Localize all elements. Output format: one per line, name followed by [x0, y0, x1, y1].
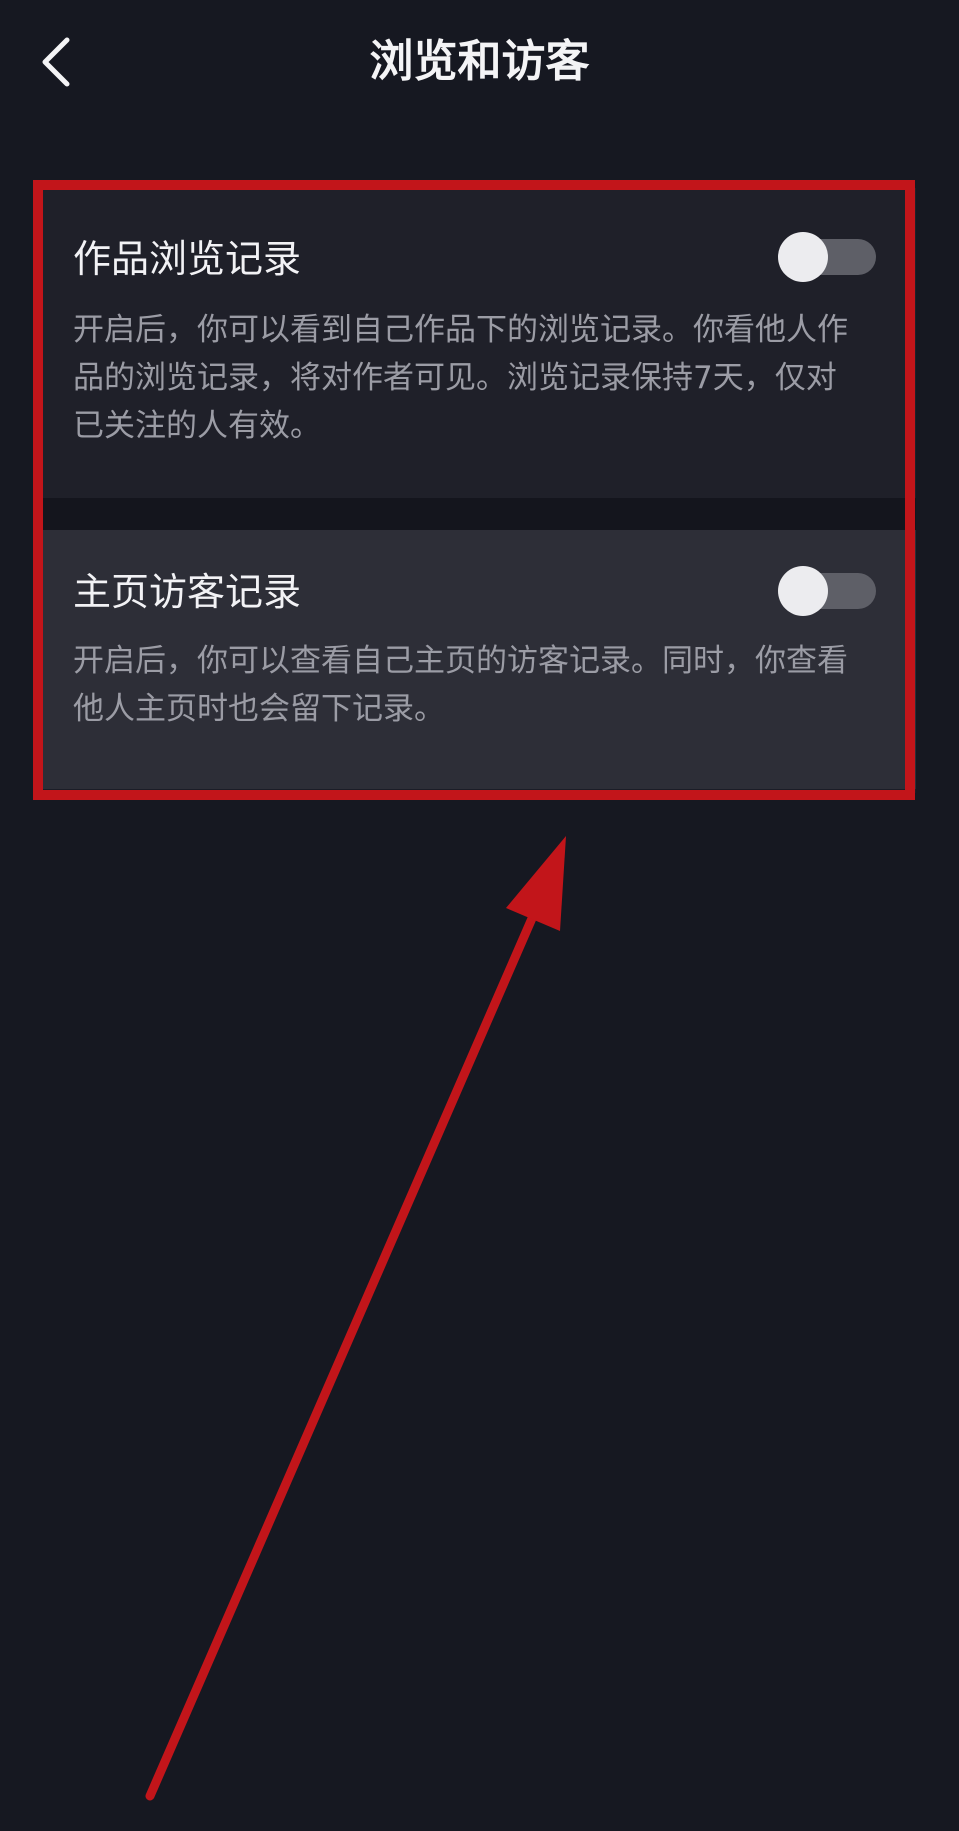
setting-work-views: 作品浏览记录 开启后，你可以看到自己作品下的浏览记录。你看他人作品的浏览记录，将…: [40, 188, 916, 498]
page-title: 浏览和访客: [369, 36, 590, 87]
setting-title: 主页访客记录: [73, 570, 302, 614]
work-views-toggle[interactable]: [778, 232, 878, 282]
section-divider: [40, 498, 916, 530]
setting-profile-visitors: 主页访客记录 开启后，你可以查看自己主页的访客记录。同时，你查看他人主页时也会留…: [40, 530, 916, 789]
browse-and-visitors-page: 浏览和访客 作品浏览记录 开启后，你可以看到自己作品下的浏览记录。你看他人作品的…: [0, 0, 959, 1831]
setting-description: 开启后，你可以查看自己主页的访客记录。同时，你查看他人主页时也会留下记录。: [73, 643, 848, 727]
toggle-knob: [778, 232, 828, 282]
setting-title: 作品浏览记录: [73, 237, 302, 281]
toggle-knob: [778, 566, 828, 616]
settings-card: 作品浏览记录 开启后，你可以看到自己作品下的浏览记录。你看他人作品的浏览记录，将…: [40, 188, 916, 793]
profile-visitors-toggle[interactable]: [778, 566, 878, 616]
nav-bar: 浏览和访客: [0, 0, 959, 130]
setting-description: 开启后，你可以看到自己作品下的浏览记录。你看他人作品的浏览记录，将对作者可见。浏…: [73, 312, 848, 444]
